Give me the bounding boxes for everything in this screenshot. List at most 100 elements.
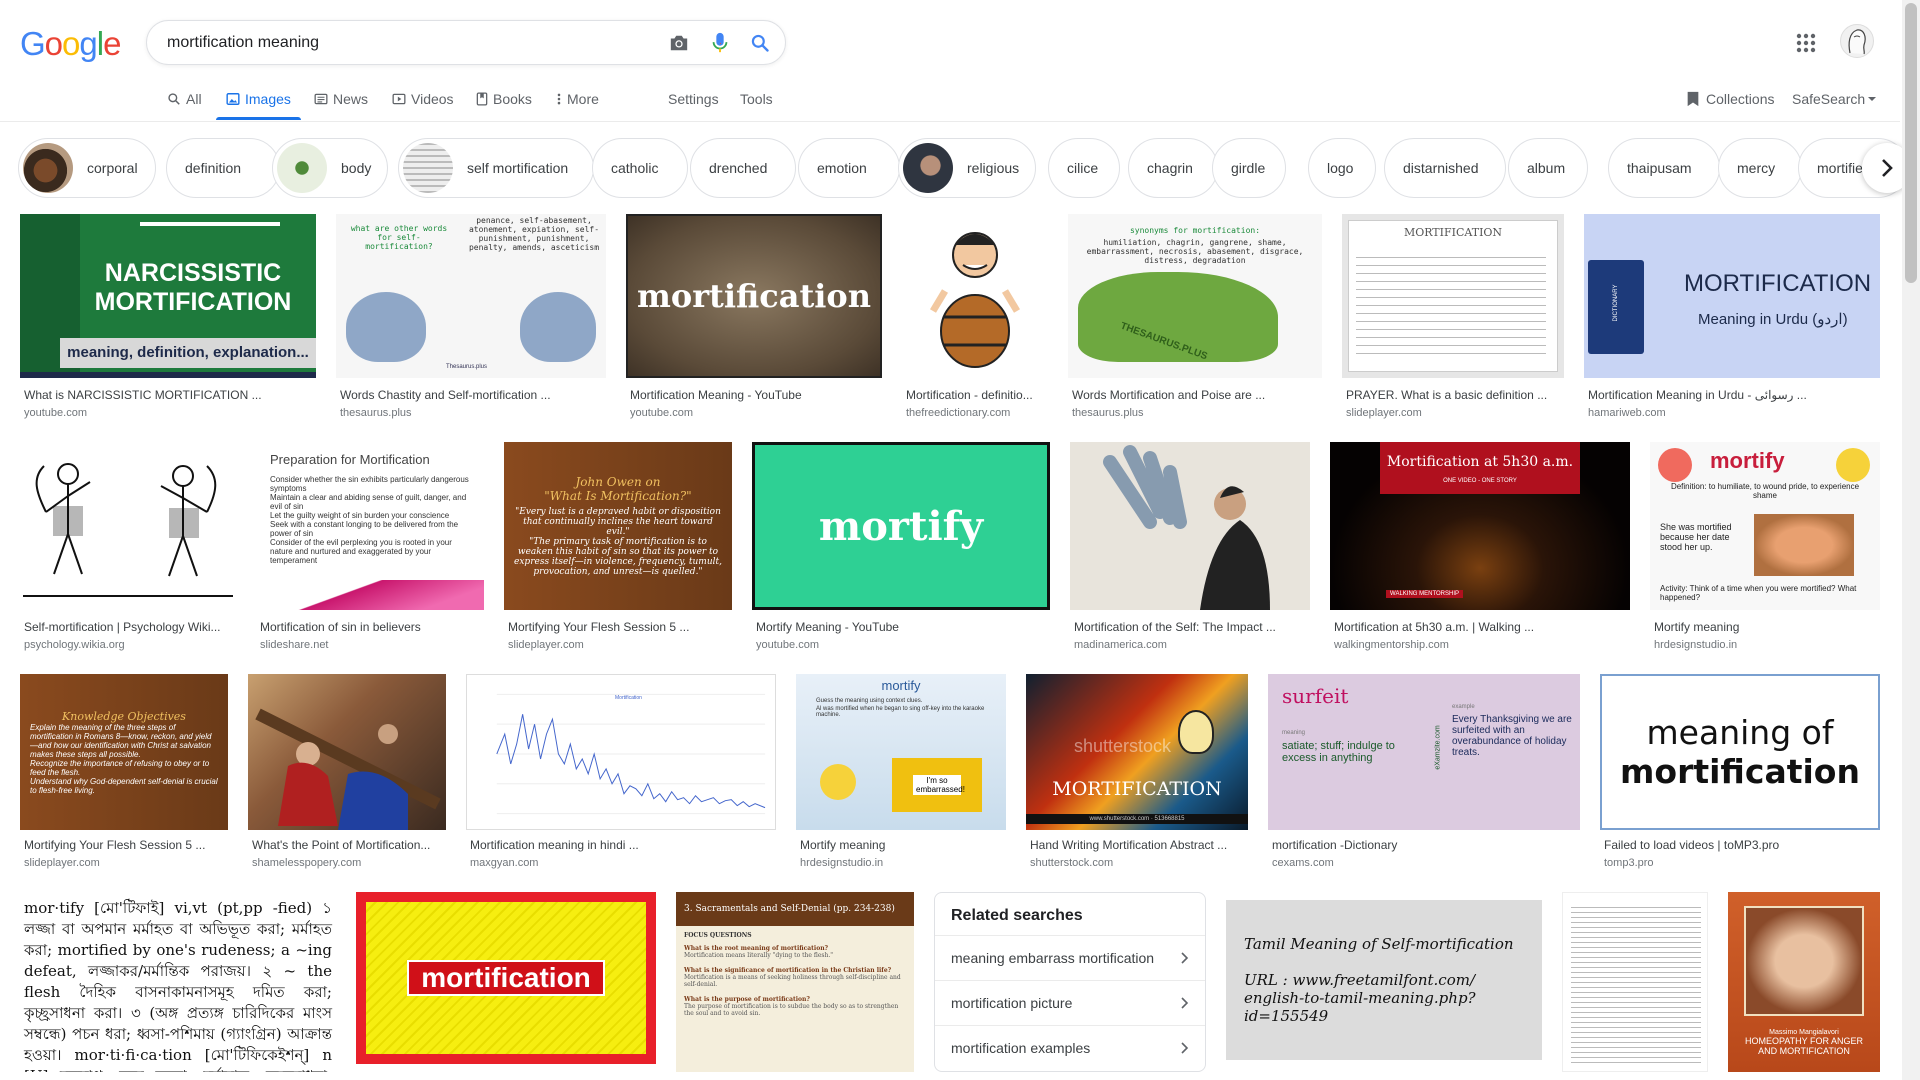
image-result[interactable]: Tamil Meaning of Self-mortification URL …	[1226, 900, 1542, 1060]
image-result[interactable]: DICTIONARY MORTIFICATION Meaning in Urdu…	[1584, 214, 1880, 424]
chip-religious[interactable]: religious	[898, 138, 1036, 198]
image-result[interactable]: mor·tify [মো'টিফাই] vi,vt (pt,pp -fied) …	[20, 892, 336, 1072]
related-search-item[interactable]: mortification picture	[935, 980, 1205, 1025]
image-result[interactable]: MORTIFICATION PRAYER. What is a basic de…	[1342, 214, 1564, 424]
image-source[interactable]: slideshare.net	[260, 639, 329, 651]
image-title[interactable]: Words Chastity and Self-mortification ..…	[340, 388, 606, 402]
image-title[interactable]: Mortification at 5h30 a.m. | Walking ...	[1334, 620, 1628, 634]
image-title[interactable]: What's the Point of Mortification...	[252, 838, 444, 852]
image-result[interactable]: Self-mortification | Psychology Wiki... …	[20, 442, 236, 654]
chip-girdle[interactable]: girdle	[1212, 138, 1286, 198]
chip-cilice[interactable]: cilice	[1048, 138, 1120, 198]
chip-self-mortification[interactable]: self mortification	[398, 138, 594, 198]
image-title[interactable]: Mortification Meaning in Urdu - رسوائی .…	[1588, 388, 1878, 402]
image-source[interactable]: slideplayer.com	[508, 639, 584, 651]
chip-mercy[interactable]: mercy	[1718, 138, 1802, 198]
image-source[interactable]: slideplayer.com	[24, 857, 100, 869]
image-source[interactable]: shutterstock.com	[1030, 857, 1113, 869]
image-result[interactable]: what are other words for self-mortificat…	[336, 214, 606, 424]
image-source[interactable]: maxgyan.com	[470, 857, 538, 869]
image-result[interactable]: 3. Sacramentals and Self-Denial (pp. 234…	[676, 892, 914, 1072]
image-result[interactable]: Preparation for Mortification Consider w…	[256, 442, 484, 654]
image-title[interactable]: Self-mortification | Psychology Wiki...	[24, 620, 234, 634]
image-result[interactable]: Massimo Mangialavori HOMEOPATHY FOR ANGE…	[1728, 892, 1880, 1072]
chip-body[interactable]: body	[272, 138, 388, 198]
image-title[interactable]: Mortify meaning	[800, 838, 1004, 852]
image-source[interactable]: youtube.com	[630, 407, 693, 419]
microphone-icon[interactable]	[708, 31, 732, 55]
image-result[interactable]: Mortification Mortification meaning in h…	[466, 674, 776, 872]
chip-corporal[interactable]: corporal	[18, 138, 156, 198]
image-source[interactable]: hrdesignstudio.in	[1654, 639, 1737, 651]
image-result[interactable]: mortify Guess the meaning using context …	[796, 674, 1006, 872]
image-result[interactable]: NARCISSISTIC MORTIFICATION meaning, defi…	[20, 214, 316, 424]
image-source[interactable]: psychology.wikia.org	[24, 639, 125, 651]
image-source[interactable]: cexams.com	[1272, 857, 1334, 869]
chip-distarnished[interactable]: distarnished	[1384, 138, 1506, 198]
search-input[interactable]	[167, 31, 627, 55]
tab-videos[interactable]: Videos	[392, 91, 454, 107]
image-source[interactable]: thesaurus.plus	[1072, 407, 1144, 419]
image-title[interactable]: Mortifying Your Flesh Session 5 ...	[508, 620, 730, 634]
chip-emotion[interactable]: emotion	[798, 138, 900, 198]
image-source[interactable]: hamariweb.com	[1588, 407, 1666, 419]
image-source[interactable]: youtube.com	[24, 407, 87, 419]
image-title[interactable]: Mortifying Your Flesh Session 5 ...	[24, 838, 226, 852]
image-result[interactable]: Mortification of the Self: The Impact ..…	[1070, 442, 1310, 654]
image-source[interactable]: thesaurus.plus	[340, 407, 412, 419]
image-result[interactable]: mortify Mortify Meaning - YouTube youtub…	[752, 442, 1050, 654]
related-search-item[interactable]: meaning embarrass mortification	[935, 935, 1205, 980]
image-result[interactable]: Knowledge Objectives Explain the meaning…	[20, 674, 228, 872]
safesearch-dropdown[interactable]: SafeSearch	[1792, 91, 1877, 107]
image-result[interactable]: meaning of mortification Failed to load …	[1600, 674, 1880, 872]
google-logo[interactable]: Google	[20, 25, 121, 63]
tab-more[interactable]: More	[556, 91, 599, 107]
tab-all[interactable]: All	[167, 91, 202, 107]
image-title[interactable]: Hand Writing Mortification Abstract ...	[1030, 838, 1246, 852]
image-title[interactable]: Words Mortification and Poise are ...	[1072, 388, 1320, 402]
search-icon[interactable]	[748, 31, 772, 55]
image-source[interactable]: shamelesspopery.com	[252, 857, 361, 869]
image-title[interactable]: Mortification meaning in hindi ...	[470, 838, 774, 852]
tools-link[interactable]: Tools	[740, 91, 773, 107]
image-result[interactable]: John Owen on "What Is Mortification?" "E…	[504, 442, 732, 654]
image-result[interactable]: mortification	[356, 892, 656, 1072]
image-title[interactable]: Mortify meaning	[1654, 620, 1878, 634]
image-title[interactable]: Mortification Meaning - YouTube	[630, 388, 880, 402]
collections-link[interactable]: Collections	[1686, 91, 1774, 107]
settings-link[interactable]: Settings	[668, 91, 719, 107]
image-result[interactable]: surfeit meaning satiate; stuff; indulge …	[1268, 674, 1580, 872]
account-avatar[interactable]	[1840, 24, 1874, 58]
image-source[interactable]: tomp3.pro	[1604, 857, 1654, 869]
page-scrollbar[interactable]	[1902, 0, 1920, 1080]
image-source[interactable]: thefreedictionary.com	[906, 407, 1010, 419]
image-title[interactable]: Failed to load videos | toMP3.pro	[1604, 838, 1878, 852]
apps-grid-icon[interactable]	[1794, 31, 1818, 55]
image-title[interactable]: mortification -Dictionary	[1272, 838, 1578, 852]
image-result[interactable]	[1562, 892, 1708, 1072]
image-title[interactable]: Mortify Meaning - YouTube	[756, 620, 1048, 634]
image-source[interactable]: youtube.com	[756, 639, 819, 651]
image-title[interactable]: Mortification of the Self: The Impact ..…	[1074, 620, 1308, 634]
image-source[interactable]: slideplayer.com	[1346, 407, 1422, 419]
image-title[interactable]: Mortification of sin in believers	[260, 620, 482, 634]
chip-album[interactable]: album	[1508, 138, 1588, 198]
chip-thaipusam[interactable]: thaipusam	[1608, 138, 1720, 198]
chip-chagrin[interactable]: chagrin	[1128, 138, 1218, 198]
chip-logo[interactable]: logo	[1308, 138, 1376, 198]
tab-images[interactable]: Images	[226, 91, 291, 107]
chip-drenched[interactable]: drenched	[690, 138, 796, 198]
image-result[interactable]: Mortification - definitio... thefreedict…	[902, 214, 1048, 424]
tab-books[interactable]: Books	[476, 91, 532, 107]
image-result[interactable]: shutterstock MORTIFICATION www.shutterst…	[1026, 674, 1248, 872]
image-result[interactable]: mortify Definition: to humiliate, to wou…	[1650, 442, 1880, 654]
related-search-item[interactable]: mortification examples	[935, 1025, 1205, 1070]
image-source[interactable]: madinamerica.com	[1074, 639, 1167, 651]
image-title[interactable]: Mortification - definitio...	[906, 388, 1046, 402]
camera-icon[interactable]	[667, 31, 691, 55]
chip-definition[interactable]: definition	[166, 138, 280, 198]
image-source[interactable]: hrdesignstudio.in	[800, 857, 883, 869]
image-source[interactable]: walkingmentorship.com	[1334, 639, 1449, 651]
image-result[interactable]: synonyms for mortification: humiliation,…	[1068, 214, 1322, 424]
chip-catholic[interactable]: catholic	[592, 138, 688, 198]
